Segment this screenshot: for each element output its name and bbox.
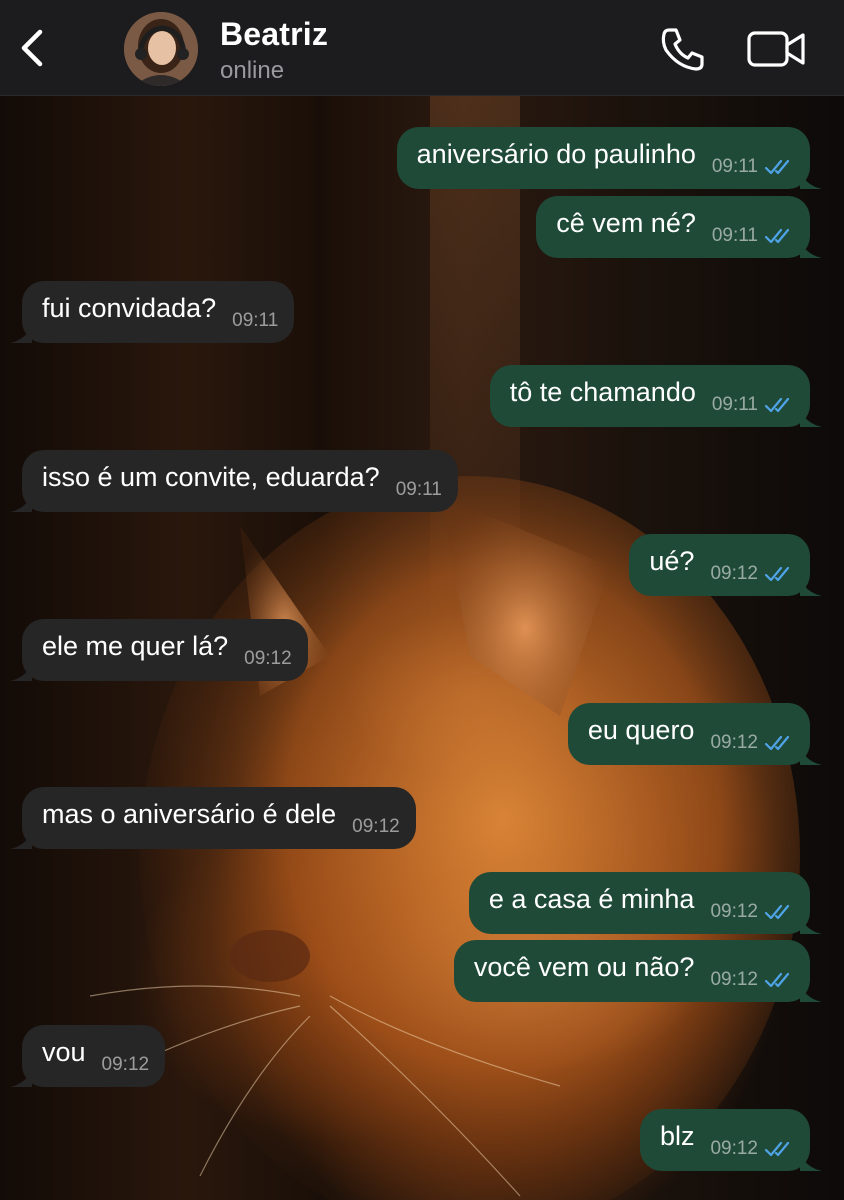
bubble-tail bbox=[800, 982, 822, 1002]
contact-status: online bbox=[220, 57, 285, 84]
message-text: isso é um convite, eduarda? bbox=[42, 461, 380, 492]
message-text: vou bbox=[42, 1036, 86, 1067]
read-receipt-icon bbox=[764, 228, 790, 244]
message-meta: 09:11 bbox=[712, 156, 794, 178]
message-time: 09:12 bbox=[710, 732, 758, 753]
bubble-tail bbox=[800, 914, 822, 934]
message-text: ué? bbox=[649, 545, 695, 576]
outgoing-message[interactable]: você vem ou não? 09:12 bbox=[453, 940, 822, 1002]
message-text: aniversário do paulinho bbox=[416, 138, 696, 169]
message-time: 09:11 bbox=[395, 479, 442, 500]
bubble-tail bbox=[10, 661, 32, 681]
chat-header: Beatriz online bbox=[0, 0, 844, 96]
read-receipt-icon bbox=[764, 566, 790, 582]
message-meta: 09:12 bbox=[710, 563, 794, 585]
bubble-tail bbox=[10, 1067, 32, 1087]
read-receipt-icon bbox=[764, 397, 790, 413]
bubble-tail bbox=[10, 323, 32, 343]
read-receipt-icon bbox=[764, 159, 790, 175]
message-time: 09:12 bbox=[710, 1138, 758, 1159]
message-time: 09:12 bbox=[710, 969, 758, 990]
contact-name[interactable]: Beatriz bbox=[220, 16, 328, 53]
bubble-tail bbox=[800, 576, 822, 596]
voice-call-button[interactable] bbox=[658, 24, 708, 74]
message-time: 09:11 bbox=[232, 310, 279, 331]
bubble-tail bbox=[800, 238, 822, 258]
message-text: ele me quer lá? bbox=[42, 630, 229, 661]
phone-icon bbox=[661, 28, 704, 71]
video-camera-icon bbox=[747, 31, 805, 67]
message-text: blz bbox=[659, 1120, 695, 1151]
message-time: 09:11 bbox=[711, 394, 758, 415]
bubble-tail bbox=[10, 829, 32, 849]
outgoing-message[interactable]: ué? 09:12 bbox=[629, 534, 822, 596]
outgoing-message[interactable]: cê vem né? 09:11 bbox=[536, 196, 822, 258]
read-receipt-icon bbox=[764, 735, 790, 751]
message-text: mas o aniversário é dele bbox=[42, 798, 337, 829]
incoming-message[interactable]: isso é um convite, eduarda? 09:11 bbox=[10, 450, 458, 512]
outgoing-message[interactable]: blz 09:12 bbox=[639, 1109, 822, 1171]
back-button[interactable] bbox=[14, 22, 54, 74]
message-text: você vem ou não? bbox=[473, 951, 695, 982]
outgoing-message[interactable]: aniversário do paulinho 09:11 bbox=[396, 127, 822, 189]
bubble-tail bbox=[800, 745, 822, 765]
read-receipt-icon bbox=[764, 1141, 790, 1157]
bubble-tail bbox=[800, 169, 822, 189]
contact-avatar[interactable] bbox=[124, 12, 198, 86]
message-text: fui convidada? bbox=[42, 292, 217, 323]
read-receipt-icon bbox=[764, 904, 790, 920]
message-text: eu quero bbox=[587, 714, 695, 745]
message-time: 09:12 bbox=[101, 1054, 150, 1075]
message-meta: 09:12 bbox=[710, 901, 794, 923]
message-meta: 09:12 bbox=[244, 648, 292, 670]
message-meta: 09:11 bbox=[396, 479, 442, 501]
chevron-left-icon bbox=[21, 29, 43, 67]
outgoing-message[interactable]: eu quero 09:12 bbox=[567, 703, 822, 765]
message-meta: 09:12 bbox=[710, 969, 794, 991]
message-meta: 09:12 bbox=[710, 732, 794, 754]
bubble-tail bbox=[800, 1151, 822, 1171]
incoming-message[interactable]: mas o aniversário é dele 09:12 bbox=[10, 787, 416, 849]
message-meta: 09:12 bbox=[710, 1138, 794, 1160]
message-meta: 09:11 bbox=[712, 394, 794, 416]
message-text: e a casa é minha bbox=[488, 883, 695, 914]
message-meta: 09:11 bbox=[712, 225, 794, 247]
message-meta: 09:12 bbox=[352, 816, 400, 838]
incoming-message[interactable]: ele me quer lá? 09:12 bbox=[10, 619, 308, 681]
message-time: 09:11 bbox=[711, 225, 758, 246]
message-time: 09:11 bbox=[711, 156, 758, 177]
message-meta: 09:11 bbox=[232, 310, 278, 332]
message-time: 09:12 bbox=[244, 648, 292, 669]
message-time: 09:12 bbox=[352, 816, 400, 837]
read-receipt-icon bbox=[764, 972, 790, 988]
incoming-message[interactable]: fui convidada? 09:11 bbox=[10, 281, 295, 343]
outgoing-message[interactable]: tô te chamando 09:11 bbox=[489, 365, 822, 427]
message-time: 09:12 bbox=[710, 901, 758, 922]
video-call-button[interactable] bbox=[746, 26, 808, 72]
message-time: 09:12 bbox=[710, 563, 758, 584]
message-meta: 09:12 bbox=[102, 1054, 150, 1076]
bubble-tail bbox=[10, 492, 32, 512]
bubble-tail bbox=[800, 407, 822, 427]
message-text: tô te chamando bbox=[509, 376, 696, 407]
incoming-message[interactable]: vou 09:12 bbox=[10, 1025, 166, 1087]
outgoing-message[interactable]: e a casa é minha 09:12 bbox=[468, 872, 822, 934]
message-text: cê vem né? bbox=[556, 207, 696, 238]
